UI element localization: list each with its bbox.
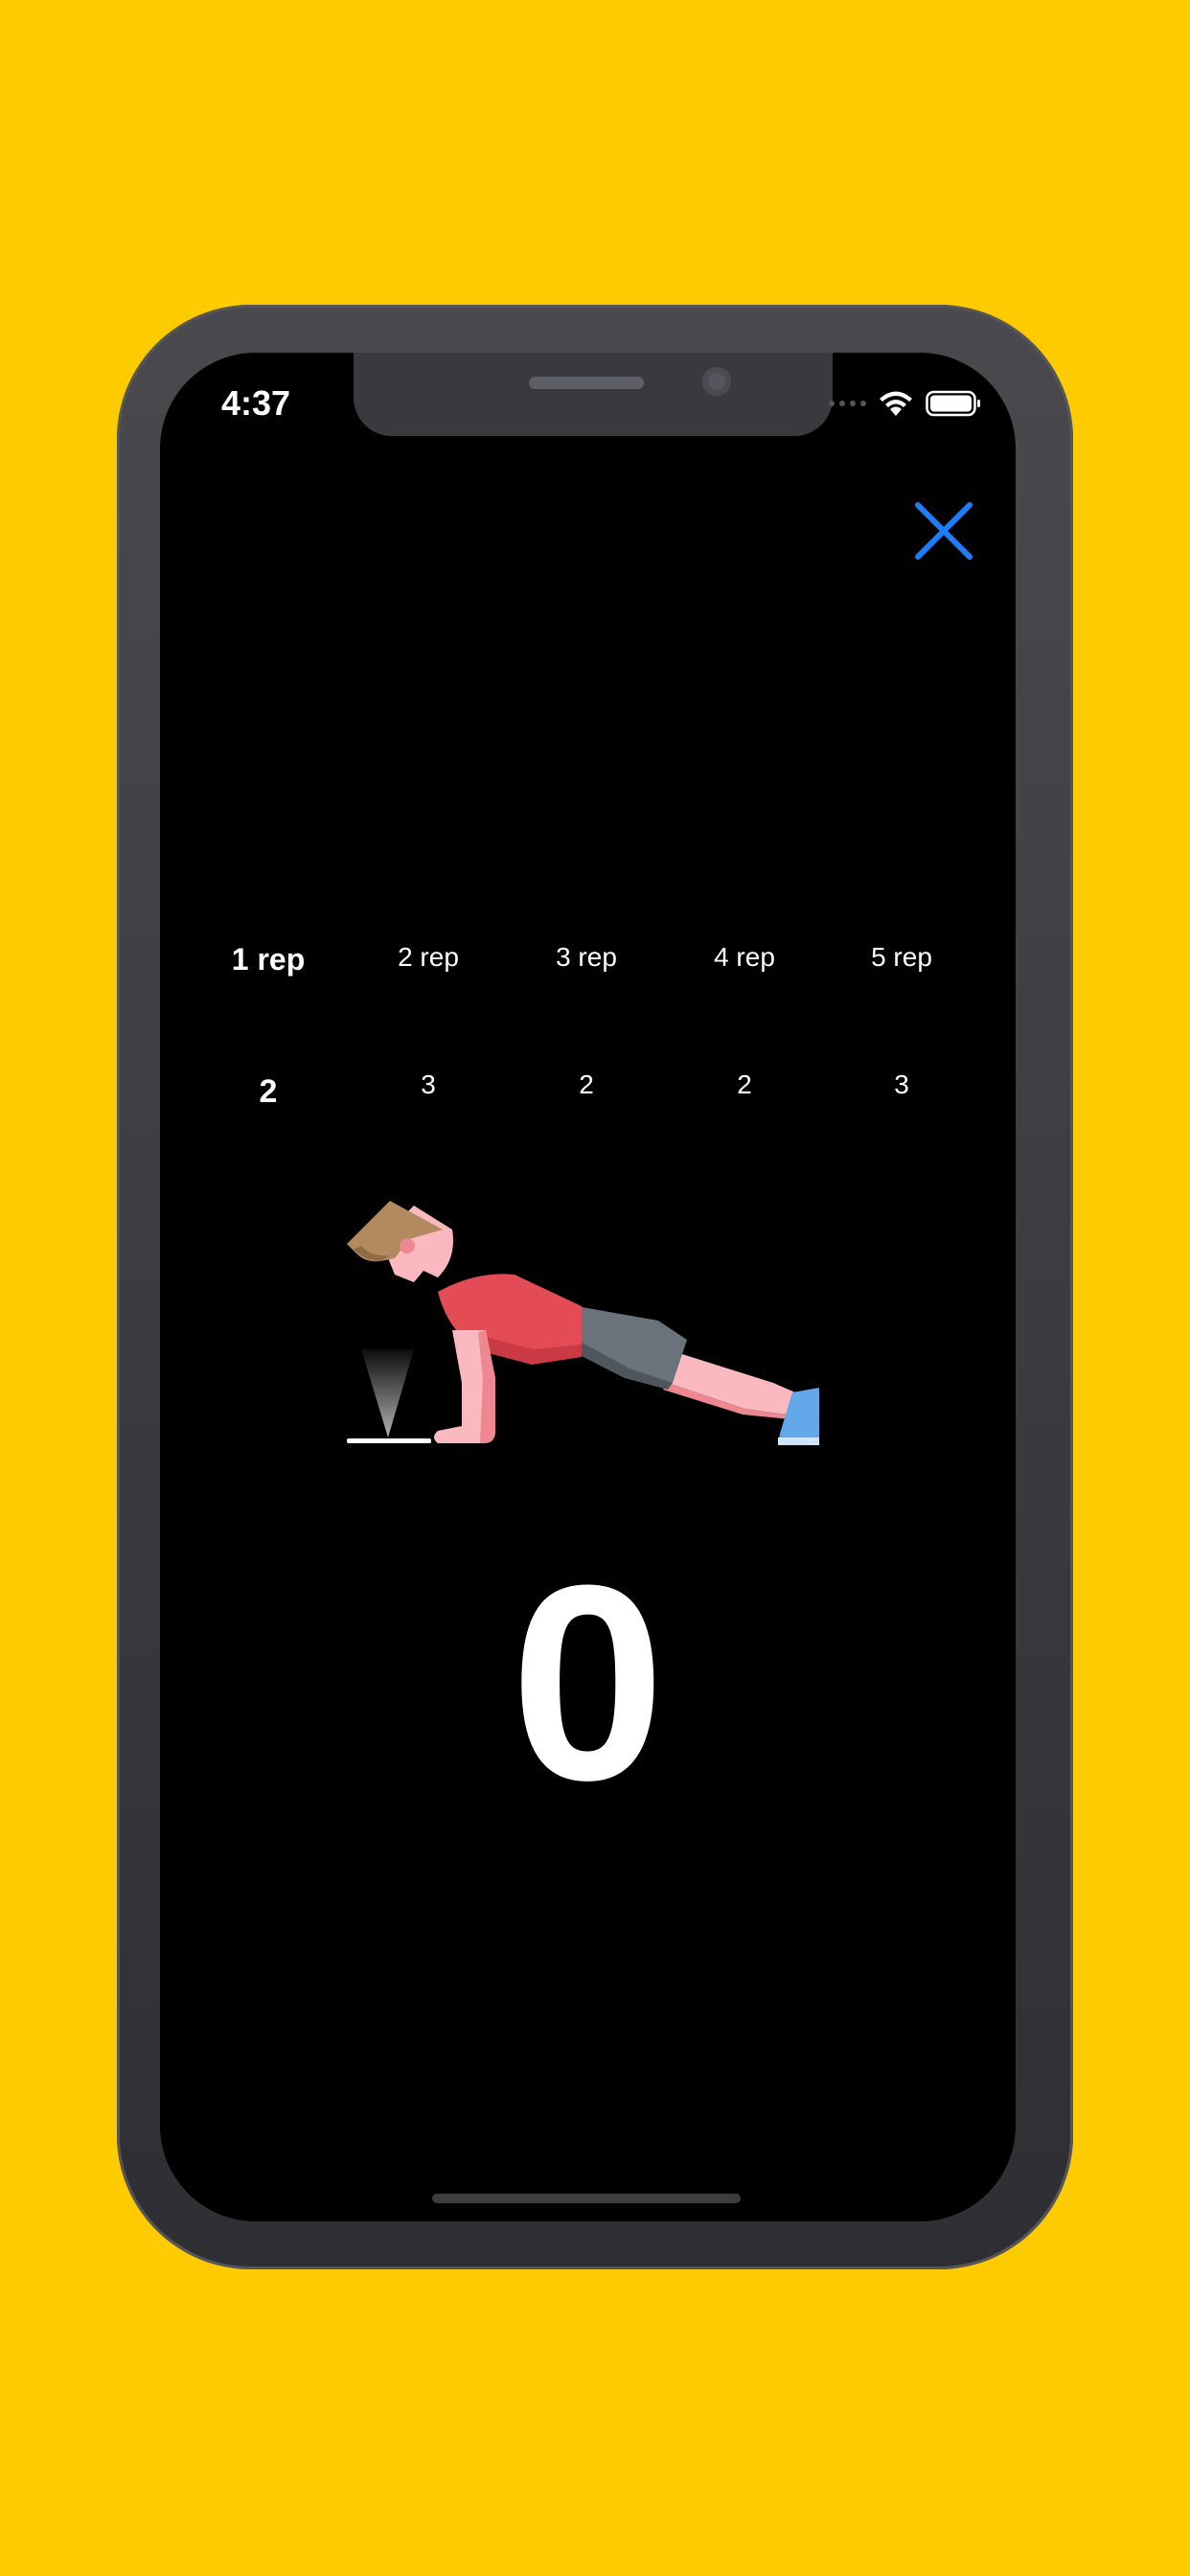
rep-counts: 2 3 2 2 3 <box>160 1070 1016 1127</box>
close-icon <box>915 502 973 560</box>
pushup-person-illustration <box>347 1201 819 1445</box>
status-time: 4:37 <box>220 383 291 423</box>
tab-rep-1[interactable]: 1 rep <box>192 942 345 978</box>
phone-frame: 4:37 1 rep 2 rep 3 rep 4 rep 5 rep 2 3 2… <box>117 305 1073 2269</box>
notch <box>354 353 833 436</box>
rep-count-1: 2 <box>259 1073 278 1110</box>
home-indicator[interactable] <box>432 2194 741 2203</box>
cellular-signal-icon <box>829 401 866 406</box>
wifi-icon <box>880 391 912 416</box>
app-screen: 4:37 1 rep 2 rep 3 rep 4 rep 5 rep 2 3 2… <box>160 353 1016 2221</box>
tab-rep-5[interactable]: 5 rep <box>825 942 978 973</box>
tab-rep-3[interactable]: 3 rep <box>510 942 663 973</box>
rep-count-2: 3 <box>421 1070 436 1099</box>
speaker-grille <box>529 377 644 389</box>
rep-count-4: 2 <box>737 1070 752 1099</box>
rep-counter: 0 <box>510 1528 666 1838</box>
rep-tabs: 1 rep 2 rep 3 rep 4 rep 5 rep <box>160 942 1016 1000</box>
front-camera <box>702 367 731 396</box>
status-icons <box>829 389 981 418</box>
battery-icon <box>926 390 980 417</box>
tab-rep-4[interactable]: 4 rep <box>668 942 821 973</box>
tab-rep-2[interactable]: 2 rep <box>352 942 505 973</box>
rep-count-5: 3 <box>894 1070 909 1099</box>
rep-count-3: 2 <box>579 1070 594 1099</box>
close-button[interactable] <box>915 502 973 560</box>
